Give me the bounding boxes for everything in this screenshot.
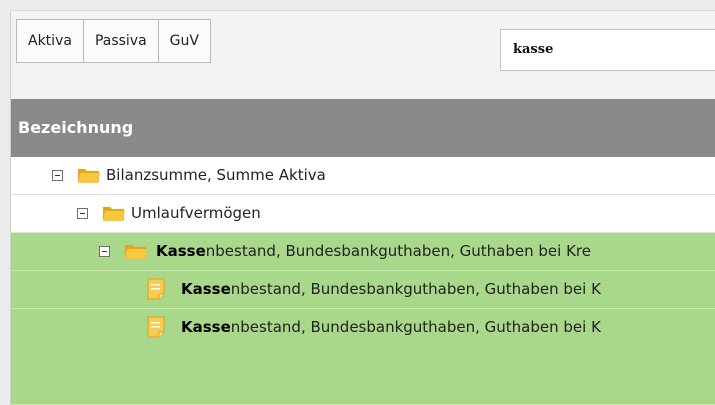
window-left-border — [0, 10, 11, 405]
report-tabs: Aktiva Passiva GuV — [16, 19, 211, 63]
window-top-border — [0, 0, 715, 11]
column-header-label: Bezeichnung — [18, 118, 134, 137]
search-match: Kasse — [181, 318, 231, 336]
row-label: Umlaufvermögen — [131, 204, 261, 222]
document-icon — [147, 316, 165, 338]
collapse-toggle-icon[interactable] — [77, 208, 88, 219]
tree-row[interactable]: Kassenbestand, Bundesbankguthaben, Gutha… — [11, 309, 715, 405]
row-label: Kassenbestand, Bundesbankguthaben, Gutha… — [156, 242, 591, 260]
open-folder-icon — [78, 169, 100, 183]
row-label: Bilanzsumme, Summe Aktiva — [106, 166, 326, 184]
tab-guv[interactable]: GuV — [157, 19, 211, 63]
tab-passiva[interactable]: Passiva — [82, 19, 159, 63]
open-folder-icon — [103, 207, 125, 221]
tree-row[interactable]: Kassenbestand, Bundesbankguthaben, Gutha… — [11, 271, 715, 309]
row-label: Kassenbestand, Bundesbankguthaben, Gutha… — [181, 280, 601, 298]
tree-row[interactable]: Umlaufvermögen — [11, 195, 715, 233]
search-match: Kasse — [156, 242, 206, 260]
document-icon — [147, 278, 165, 300]
search-input[interactable]: kasse — [500, 29, 715, 71]
tree-row[interactable]: Bilanzsumme, Summe Aktiva — [11, 157, 715, 195]
search-match: Kasse — [181, 280, 231, 298]
row-label: Kassenbestand, Bundesbankguthaben, Gutha… — [181, 318, 601, 336]
column-header-bezeichnung[interactable]: Bezeichnung — [11, 99, 715, 157]
open-folder-icon — [125, 245, 147, 259]
tab-aktiva[interactable]: Aktiva — [16, 19, 84, 63]
collapse-toggle-icon[interactable] — [99, 246, 110, 257]
tree-row[interactable]: Kassenbestand, Bundesbankguthaben, Gutha… — [11, 233, 715, 271]
collapse-toggle-icon[interactable] — [52, 170, 63, 181]
